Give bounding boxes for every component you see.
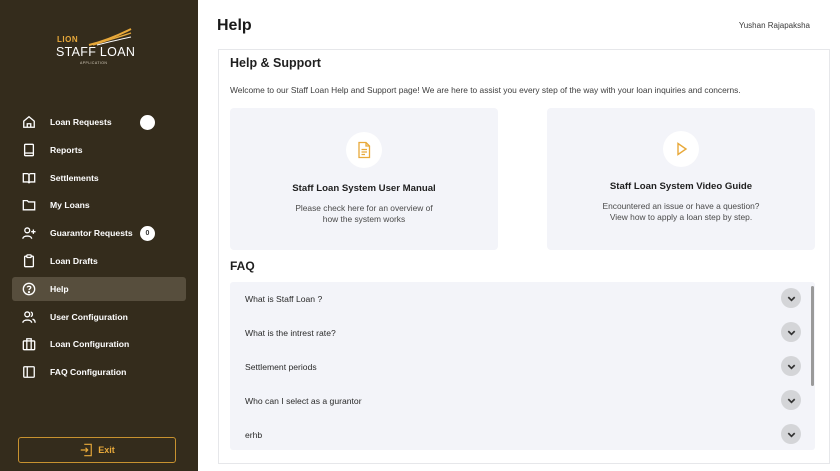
- sidebar-nav: Loan Requests Reports Settlements My Loa…: [12, 110, 186, 388]
- faq-scrollbar[interactable]: [811, 286, 814, 386]
- video-guide-title: Staff Loan System Video Guide: [609, 181, 753, 192]
- user-manual-description-line: how the system works: [322, 214, 406, 224]
- sidebar-item-my-loans[interactable]: My Loans: [12, 193, 186, 217]
- sidebar-item-label: Loan Drafts: [50, 255, 98, 266]
- user-name[interactable]: Yushan Rajapaksha: [739, 21, 810, 30]
- sidebar-item-label: Loan Configuration: [50, 339, 130, 350]
- faq-question: What is the intrest rate?: [245, 328, 336, 338]
- faq-question: Settlement periods: [245, 362, 317, 372]
- video-guide-description-line: View how to apply a loan step by step.: [609, 212, 753, 222]
- sidebar-panel-icon: [22, 365, 36, 379]
- video-guide-description-line: Encountered an issue or have a question?: [602, 201, 760, 211]
- sidebar-item-label: Guarantor Requests: [50, 228, 133, 239]
- faq-list: What is Staff Loan ? What is the intrest…: [230, 282, 815, 450]
- sidebar-item-faq-configuration[interactable]: FAQ Configuration: [12, 360, 186, 384]
- chevron-down-icon[interactable]: [781, 356, 801, 376]
- exit-icon: [80, 443, 93, 457]
- faq-item[interactable]: What is Staff Loan ?: [230, 282, 815, 316]
- chevron-down-icon[interactable]: [781, 322, 801, 342]
- sidebar-item-label: Help: [50, 283, 69, 294]
- sidebar-item-help[interactable]: Help: [12, 276, 186, 301]
- sidebar-item-user-configuration[interactable]: User Configuration: [12, 305, 186, 329]
- sidebar-item-label: Reports: [50, 144, 83, 155]
- sidebar-item-loan-drafts[interactable]: Loan Drafts: [12, 249, 186, 273]
- help-panel: Help & Support Welcome to our Staff Loan…: [218, 49, 830, 464]
- sidebar-item-label: My Loans: [50, 200, 90, 211]
- sidebar-item-reports[interactable]: Reports: [12, 138, 186, 162]
- logo-sub-text: APPLICATION: [80, 61, 108, 65]
- sidebar-item-loan-requests[interactable]: Loan Requests: [12, 110, 186, 134]
- faq-item[interactable]: erhb: [230, 418, 815, 450]
- video-guide-card[interactable]: Staff Loan System Video Guide Encountere…: [547, 108, 815, 250]
- user-manual-description-line: Please check here for an overview of: [295, 203, 433, 213]
- chevron-down-icon[interactable]: [781, 424, 801, 444]
- document-icon: [346, 132, 382, 168]
- sidebar-item-loan-configuration[interactable]: Loan Configuration: [12, 332, 186, 356]
- help-circle-icon: [22, 282, 36, 296]
- faq-title: FAQ: [230, 259, 255, 273]
- sidebar-item-settlements[interactable]: Settlements: [12, 166, 186, 190]
- play-icon: [663, 131, 699, 167]
- logo-brand-text: STAFF LOAN: [56, 45, 136, 59]
- app-logo: LION STAFF LOAN APPLICATION: [50, 26, 140, 70]
- open-book-icon: [22, 171, 36, 185]
- sidebar-item-label: FAQ Configuration: [50, 367, 127, 378]
- clipboard-icon: [22, 254, 36, 268]
- faq-question: erhb: [245, 430, 263, 440]
- sidebar-item-label: User Configuration: [50, 311, 128, 322]
- add-user-icon: [22, 226, 36, 240]
- sidebar: LION STAFF LOAN APPLICATION Loan Request…: [0, 0, 198, 471]
- logo-swoosh-icon: [88, 28, 132, 46]
- home-icon: [22, 115, 36, 129]
- book-icon: [22, 143, 36, 157]
- loan-requests-indicator: [140, 115, 155, 130]
- faq-question: What is Staff Loan ?: [245, 294, 323, 304]
- video-guide-description: Encountered an issue or have a question?…: [577, 201, 785, 223]
- faq-item[interactable]: Who can I select as a gurantor: [230, 384, 815, 418]
- exit-button[interactable]: Exit: [18, 437, 176, 463]
- page-title: Help: [217, 17, 252, 34]
- user-manual-description: Please check here for an overview of how…: [260, 203, 468, 225]
- guarantor-requests-count-badge: 0: [140, 226, 155, 242]
- logo-lion-text: LION: [57, 35, 79, 44]
- user-manual-title: Staff Loan System User Manual: [292, 183, 436, 194]
- users-icon: [22, 310, 36, 324]
- faq-question: Who can I select as a gurantor: [245, 396, 362, 406]
- faq-item[interactable]: What is the intrest rate?: [230, 316, 815, 350]
- help-welcome-text: Welcome to our Staff Loan Help and Suppo…: [230, 85, 741, 95]
- faq-item[interactable]: Settlement periods: [230, 350, 815, 384]
- exit-button-label: Exit: [98, 445, 115, 455]
- briefcase-icon: [22, 337, 36, 351]
- help-section-title: Help & Support: [230, 56, 321, 70]
- chevron-down-icon[interactable]: [781, 390, 801, 410]
- user-manual-card[interactable]: Staff Loan System User Manual Please che…: [230, 108, 498, 250]
- sidebar-item-label: Settlements: [50, 172, 99, 183]
- sidebar-item-label: Loan Requests: [50, 117, 112, 127]
- chevron-down-icon[interactable]: [781, 288, 801, 308]
- folder-icon: [22, 198, 36, 212]
- sidebar-item-guarantor-requests[interactable]: Guarantor Requests 0: [12, 221, 186, 245]
